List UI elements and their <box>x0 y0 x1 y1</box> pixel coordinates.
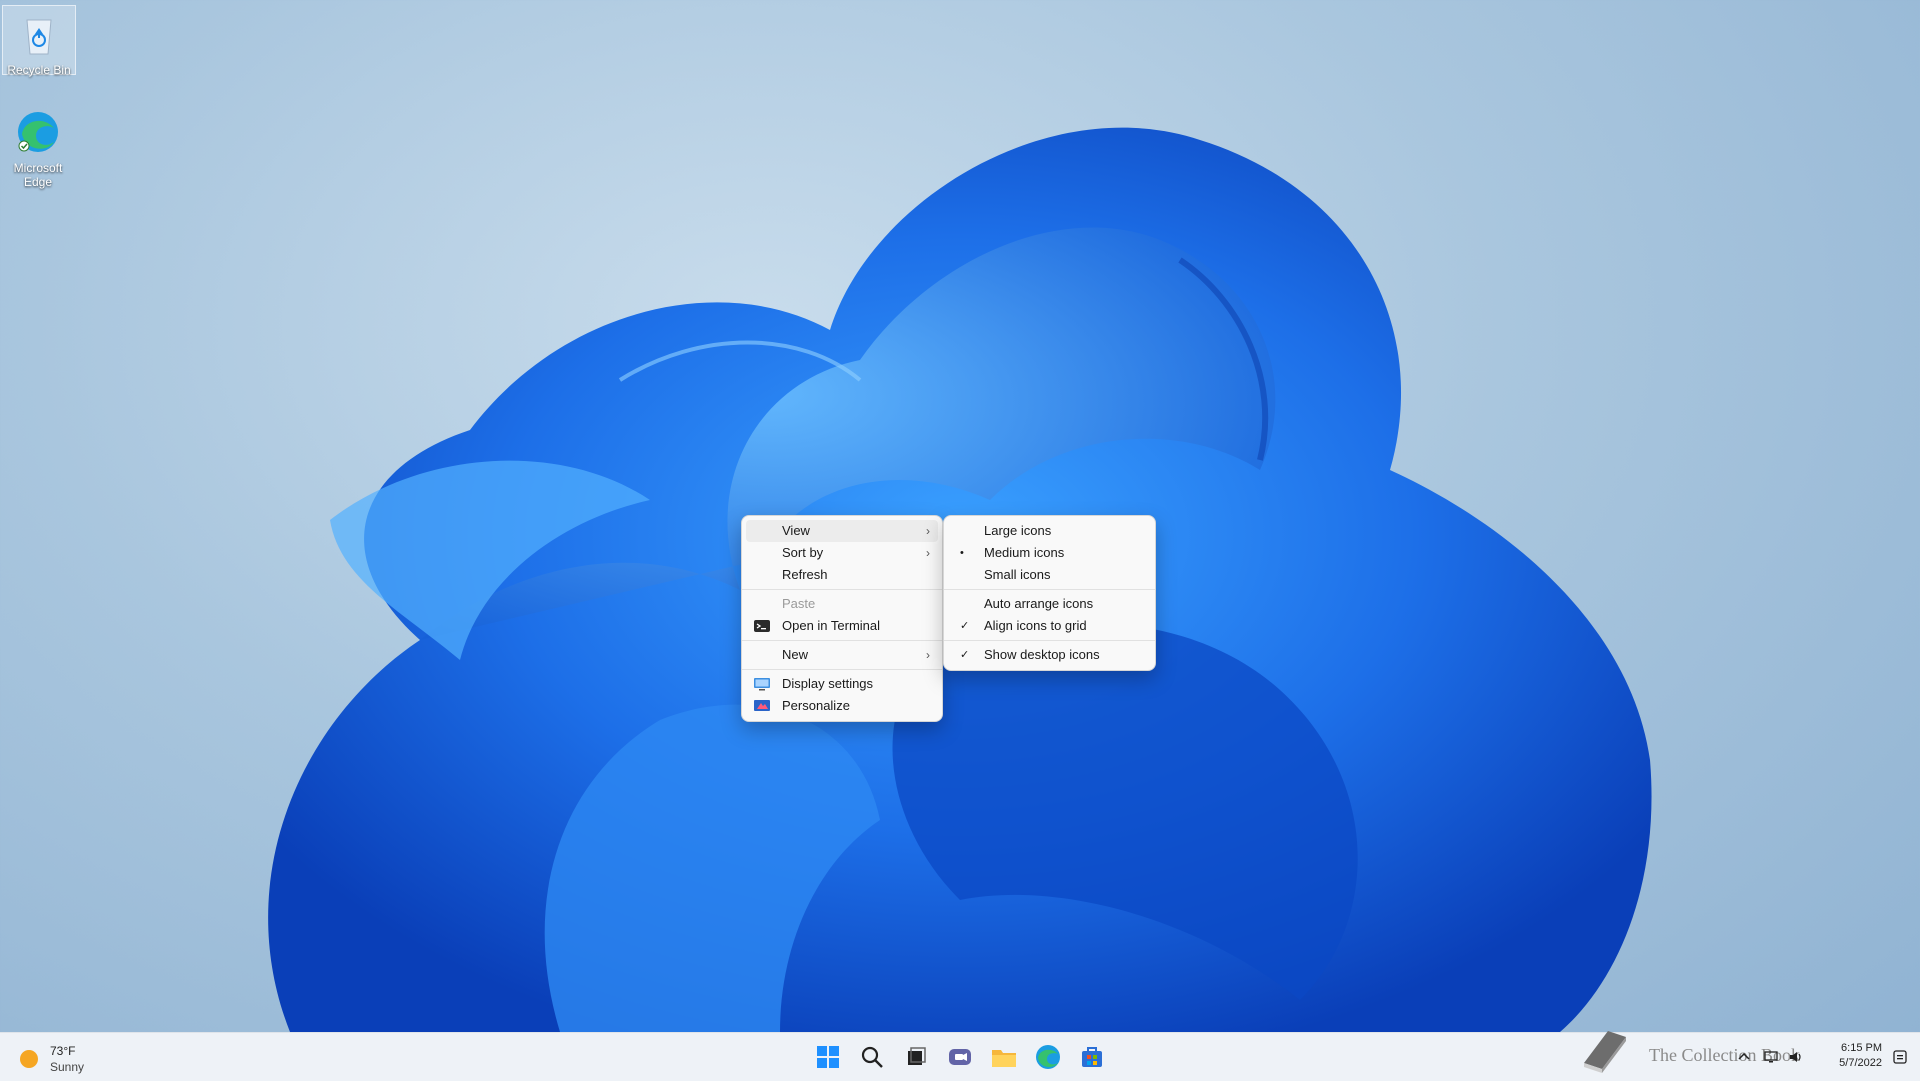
menu-item-sort-by[interactable]: Sort by › <box>746 542 938 564</box>
taskbar: 73°F Sunny The Collection Book 6:15 PM 5… <box>0 1031 1920 1081</box>
desktop-context-menu: View › Sort by › Refresh Paste Open in T… <box>741 515 943 722</box>
desktop-icon-recycle-bin[interactable]: Recycle Bin <box>2 5 76 77</box>
menu-item-label: Medium icons <box>984 545 1065 560</box>
desktop-icon-label: Recycle Bin <box>7 63 71 77</box>
menu-item-refresh[interactable]: Refresh <box>746 564 938 586</box>
menu-item-paste: Paste <box>746 593 938 615</box>
task-view-icon[interactable] <box>900 1041 932 1073</box>
menu-item-label: Personalize <box>782 698 850 713</box>
menu-item-label: Open in Terminal <box>782 618 881 633</box>
chevron-right-icon: › <box>926 524 930 538</box>
menu-item-label: Sort by <box>782 545 824 560</box>
file-explorer-icon[interactable] <box>988 1041 1020 1073</box>
volume-icon[interactable] <box>1788 1049 1804 1065</box>
desktop-icon-label: Microsoft Edge <box>13 161 63 189</box>
chevron-right-icon: › <box>926 648 930 662</box>
submenu-item-auto-arrange[interactable]: Auto arrange icons <box>948 593 1151 615</box>
desktop[interactable]: Recycle Bin Microsoft Edge View › Sort b… <box>0 0 1920 1032</box>
start-icon[interactable] <box>812 1041 844 1073</box>
menu-item-new[interactable]: New › <box>746 644 938 666</box>
menu-item-open-in-terminal[interactable]: Open in Terminal <box>746 615 938 637</box>
menu-item-display-settings[interactable]: Display settings <box>746 673 938 695</box>
system-tray: The Collection Book 6:15 PM 5/7/2022 <box>1584 1031 1920 1081</box>
menu-item-label: Display settings <box>782 676 874 691</box>
radio-dot-icon: • <box>960 547 964 559</box>
menu-item-personalize[interactable]: Personalize <box>746 695 938 717</box>
notification-icon[interactable] <box>1892 1049 1908 1065</box>
recycle-bin-icon <box>26 19 52 55</box>
menu-item-label: New <box>782 647 809 662</box>
submenu-item-align-to-grid[interactable]: ✓ Align icons to grid <box>948 615 1151 637</box>
display-icon <box>754 678 770 691</box>
menu-item-label: Show desktop icons <box>984 647 1100 662</box>
chevron-right-icon: › <box>926 546 930 560</box>
weather-widget[interactable]: 73°F Sunny <box>18 1041 108 1075</box>
menu-item-label: View <box>782 523 810 538</box>
clock[interactable]: 6:15 PM 5/7/2022 <box>1839 1041 1882 1071</box>
chevron-up-icon[interactable] <box>1736 1049 1752 1065</box>
search-icon[interactable] <box>856 1041 888 1073</box>
menu-item-label: Small icons <box>984 567 1051 582</box>
view-submenu: Large icons • Medium icons Small icons A… <box>943 515 1156 671</box>
personalize-icon <box>754 700 770 711</box>
checkmark-icon: ✓ <box>960 620 970 632</box>
terminal-icon <box>754 620 770 632</box>
desktop-icon-edge[interactable]: Microsoft Edge <box>2 104 74 189</box>
submenu-item-show-desktop-icons[interactable]: ✓ Show desktop icons <box>948 644 1151 666</box>
menu-item-label: Auto arrange icons <box>984 596 1094 611</box>
edge-icon <box>18 112 58 152</box>
chat-icon[interactable] <box>944 1041 976 1073</box>
checkmark-icon: ✓ <box>960 649 970 661</box>
menu-item-label: Large icons <box>984 523 1052 538</box>
menu-separator <box>742 589 942 590</box>
edge-icon[interactable] <box>1032 1041 1064 1073</box>
clock-date: 5/7/2022 <box>1839 1057 1882 1069</box>
weather-temperature: 73°F <box>50 1044 76 1058</box>
submenu-item-large-icons[interactable]: Large icons <box>948 520 1151 542</box>
menu-item-view[interactable]: View › <box>746 520 938 542</box>
menu-item-label: Align icons to grid <box>984 618 1087 633</box>
sun-icon <box>20 1050 38 1068</box>
menu-separator <box>742 669 942 670</box>
menu-item-label: Refresh <box>782 567 828 582</box>
submenu-item-small-icons[interactable]: Small icons <box>948 564 1151 586</box>
menu-item-label: Paste <box>782 596 816 611</box>
menu-separator <box>742 640 942 641</box>
menu-separator <box>944 589 1155 590</box>
store-icon[interactable] <box>1076 1041 1108 1073</box>
weather-condition: Sunny <box>50 1060 85 1074</box>
network-icon[interactable] <box>1764 1049 1780 1065</box>
watermark-book-icon <box>1584 1031 1626 1073</box>
clock-time: 6:15 PM <box>1841 1042 1882 1054</box>
menu-separator <box>944 640 1155 641</box>
submenu-item-medium-icons[interactable]: • Medium icons <box>948 542 1151 564</box>
